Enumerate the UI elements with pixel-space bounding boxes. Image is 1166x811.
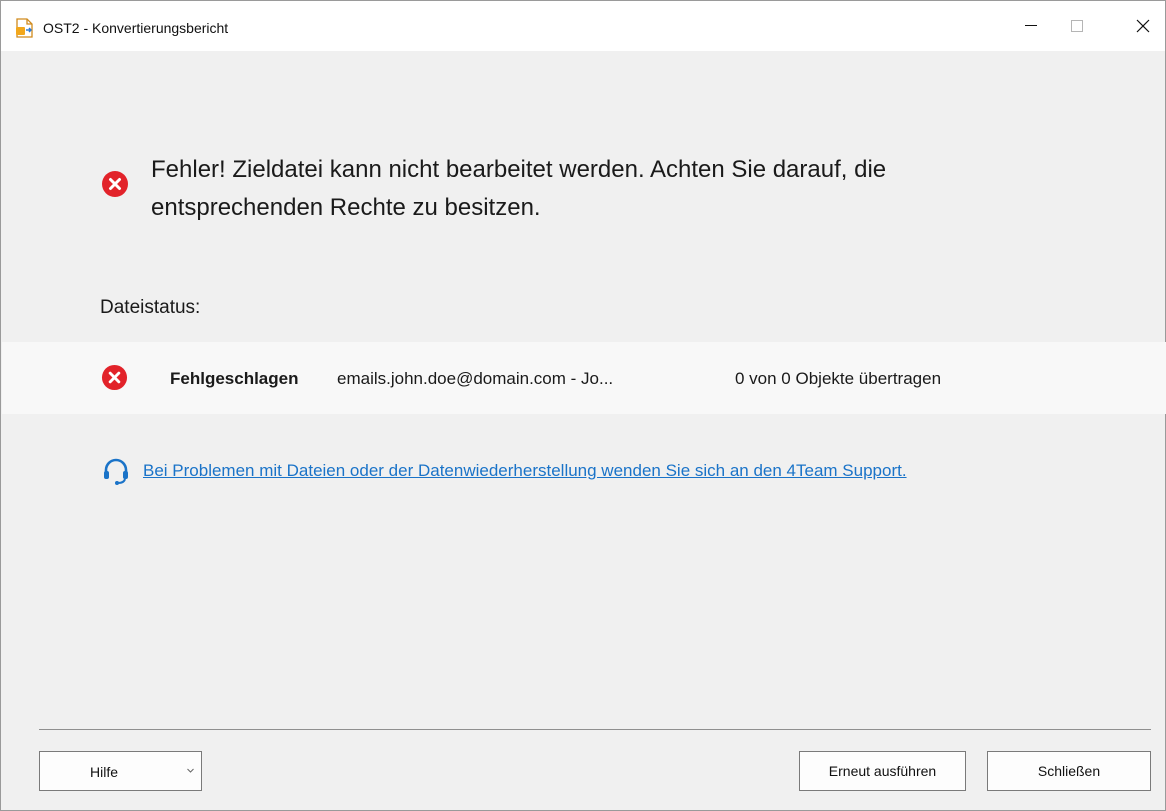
report-window: OST2 - Konvertierungsbericht Fehler! Zie… [0, 0, 1166, 811]
file-status-label: Dateistatus: [100, 297, 201, 318]
window-title: OST2 - Konvertierungsbericht [43, 20, 229, 36]
close-button[interactable]: Schließen [987, 751, 1151, 791]
help-dropdown-button[interactable]: Hilfe [39, 751, 202, 791]
file-status-row: Fehlgeschlagen emails.john.doe@domain.co… [2, 342, 1166, 414]
headset-icon [104, 458, 128, 485]
close-window-button[interactable] [1120, 1, 1166, 51]
error-message-line1: Fehler! Zieldatei kann nicht bearbeitet … [151, 156, 887, 183]
support-link[interactable]: Bei Problemen mit Dateien oder der Daten… [143, 461, 907, 481]
support-row: Bei Problemen mit Dateien oder der Daten… [101, 456, 907, 486]
error-message: Fehler! Zieldatei kann nicht bearbeitet … [151, 151, 1051, 227]
retry-button[interactable]: Erneut ausführen [799, 751, 966, 791]
file-status-state: Fehlgeschlagen [170, 369, 299, 388]
app-icon [16, 18, 33, 38]
minimize-button[interactable] [1008, 1, 1054, 51]
minimize-icon [1025, 25, 1037, 26]
file-status-name: emails.john.doe@domain.com - Jo... [337, 369, 614, 388]
maximize-icon [1071, 20, 1083, 32]
chevron-down-icon [187, 768, 194, 773]
title-bar[interactable]: OST2 - Konvertierungsbericht [1, 1, 1165, 51]
help-button-label: Hilfe [90, 764, 119, 780]
error-circle-icon [101, 364, 128, 391]
error-message-line2: entsprechenden Rechte zu besitzen. [151, 194, 541, 221]
error-circle-icon [102, 171, 128, 197]
file-status-count: 0 von 0 Objekte übertragen [735, 369, 942, 388]
footer-divider [39, 729, 1151, 730]
close-icon [1136, 19, 1150, 33]
maximize-button[interactable] [1054, 1, 1100, 51]
